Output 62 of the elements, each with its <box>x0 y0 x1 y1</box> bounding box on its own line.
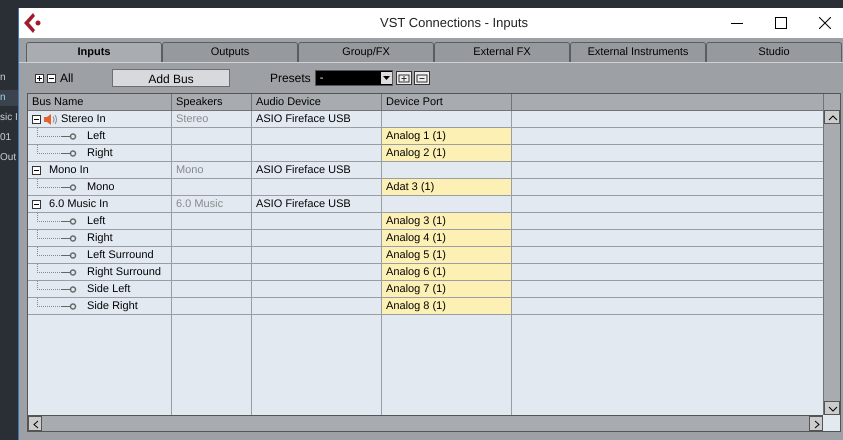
bus-name: Stereo In <box>61 112 106 127</box>
presets-label: Presets <box>270 70 311 87</box>
tab[interactable]: External Instruments <box>570 42 706 62</box>
device-port-cell: Analog 4 (1) <box>382 230 512 246</box>
track-label[interactable]: 01 <box>0 130 18 146</box>
channel-name: Right <box>87 146 113 161</box>
channel-name: Side Left <box>87 282 130 297</box>
track-label[interactable]: n <box>0 90 18 106</box>
column-header[interactable]: Speakers <box>172 94 252 110</box>
speakers-cell: Mono <box>172 162 252 178</box>
channel-name: Left Surround <box>87 248 154 263</box>
device-port-cell: Analog 3 (1) <box>382 213 512 229</box>
device-port-cell: Analog 2 (1) <box>382 145 512 161</box>
device-port-cell: Analog 1 (1) <box>382 128 512 144</box>
column-header[interactable]: Bus Name <box>28 94 172 110</box>
device-port-cell: Analog 8 (1) <box>382 298 512 314</box>
collapse-all-button[interactable] <box>47 74 56 82</box>
expand-all-button[interactable] <box>35 74 44 82</box>
channel-name: Left <box>87 214 106 229</box>
collapse-toggle[interactable] <box>32 200 41 208</box>
tab[interactable]: Group/FX <box>298 42 434 62</box>
track-label[interactable]: n <box>0 70 18 86</box>
device-port-cell: Analog 7 (1) <box>382 281 512 297</box>
all-label: All <box>60 70 74 87</box>
save-preset-icon[interactable] <box>396 71 412 85</box>
remove-preset-icon[interactable] <box>414 71 430 85</box>
track-label[interactable]: Out <box>0 150 18 166</box>
bus-name: Mono In <box>49 162 89 178</box>
scroll-down-icon[interactable] <box>824 401 840 415</box>
channel-name: Right <box>87 230 113 246</box>
device-port-cell: Analog 5 (1) <box>382 247 512 263</box>
tab[interactable]: External FX <box>434 42 570 62</box>
device-port-cell: Analog 6 (1) <box>382 264 512 280</box>
close-icon[interactable] <box>819 17 831 29</box>
scroll-left-icon[interactable] <box>28 416 42 431</box>
scroll-up-icon[interactable] <box>824 110 840 124</box>
audio-device-cell: ASIO Fireface USB <box>252 196 382 212</box>
tab[interactable]: Studio <box>706 42 842 62</box>
collapse-toggle[interactable] <box>32 166 41 174</box>
window-title: VST Connections - Inputs <box>379 14 529 32</box>
channel-name: Left <box>87 128 106 144</box>
tab[interactable]: Inputs <box>26 42 162 62</box>
track-label[interactable]: sic I <box>0 110 18 126</box>
speakers-cell: Stereo <box>172 111 252 127</box>
column-header[interactable]: Device Port <box>382 94 512 110</box>
speakers-cell: 6.0 Music <box>172 196 252 212</box>
tab[interactable]: Outputs <box>162 42 298 62</box>
caret-icon <box>380 72 392 84</box>
audio-device-cell: ASIO Fireface USB <box>252 111 382 127</box>
channel-name: Side Right <box>87 298 138 314</box>
channel-name: Right Surround <box>87 264 161 280</box>
presets-dropdown[interactable]: - <box>314 70 393 86</box>
audio-device-cell: ASIO Fireface USB <box>252 162 382 178</box>
column-header[interactable]: Audio Device <box>252 94 382 110</box>
device-port-cell: Adat 3 (1) <box>382 179 512 195</box>
channel-name: Mono <box>87 180 115 195</box>
maximize-icon[interactable] <box>775 17 787 29</box>
bus-name: 6.0 Music In <box>49 196 108 212</box>
app-logo-icon <box>23 12 43 34</box>
add-bus-button[interactable]: Add Bus <box>112 69 230 87</box>
collapse-toggle[interactable] <box>32 114 41 124</box>
scroll-right-icon[interactable] <box>809 416 823 431</box>
